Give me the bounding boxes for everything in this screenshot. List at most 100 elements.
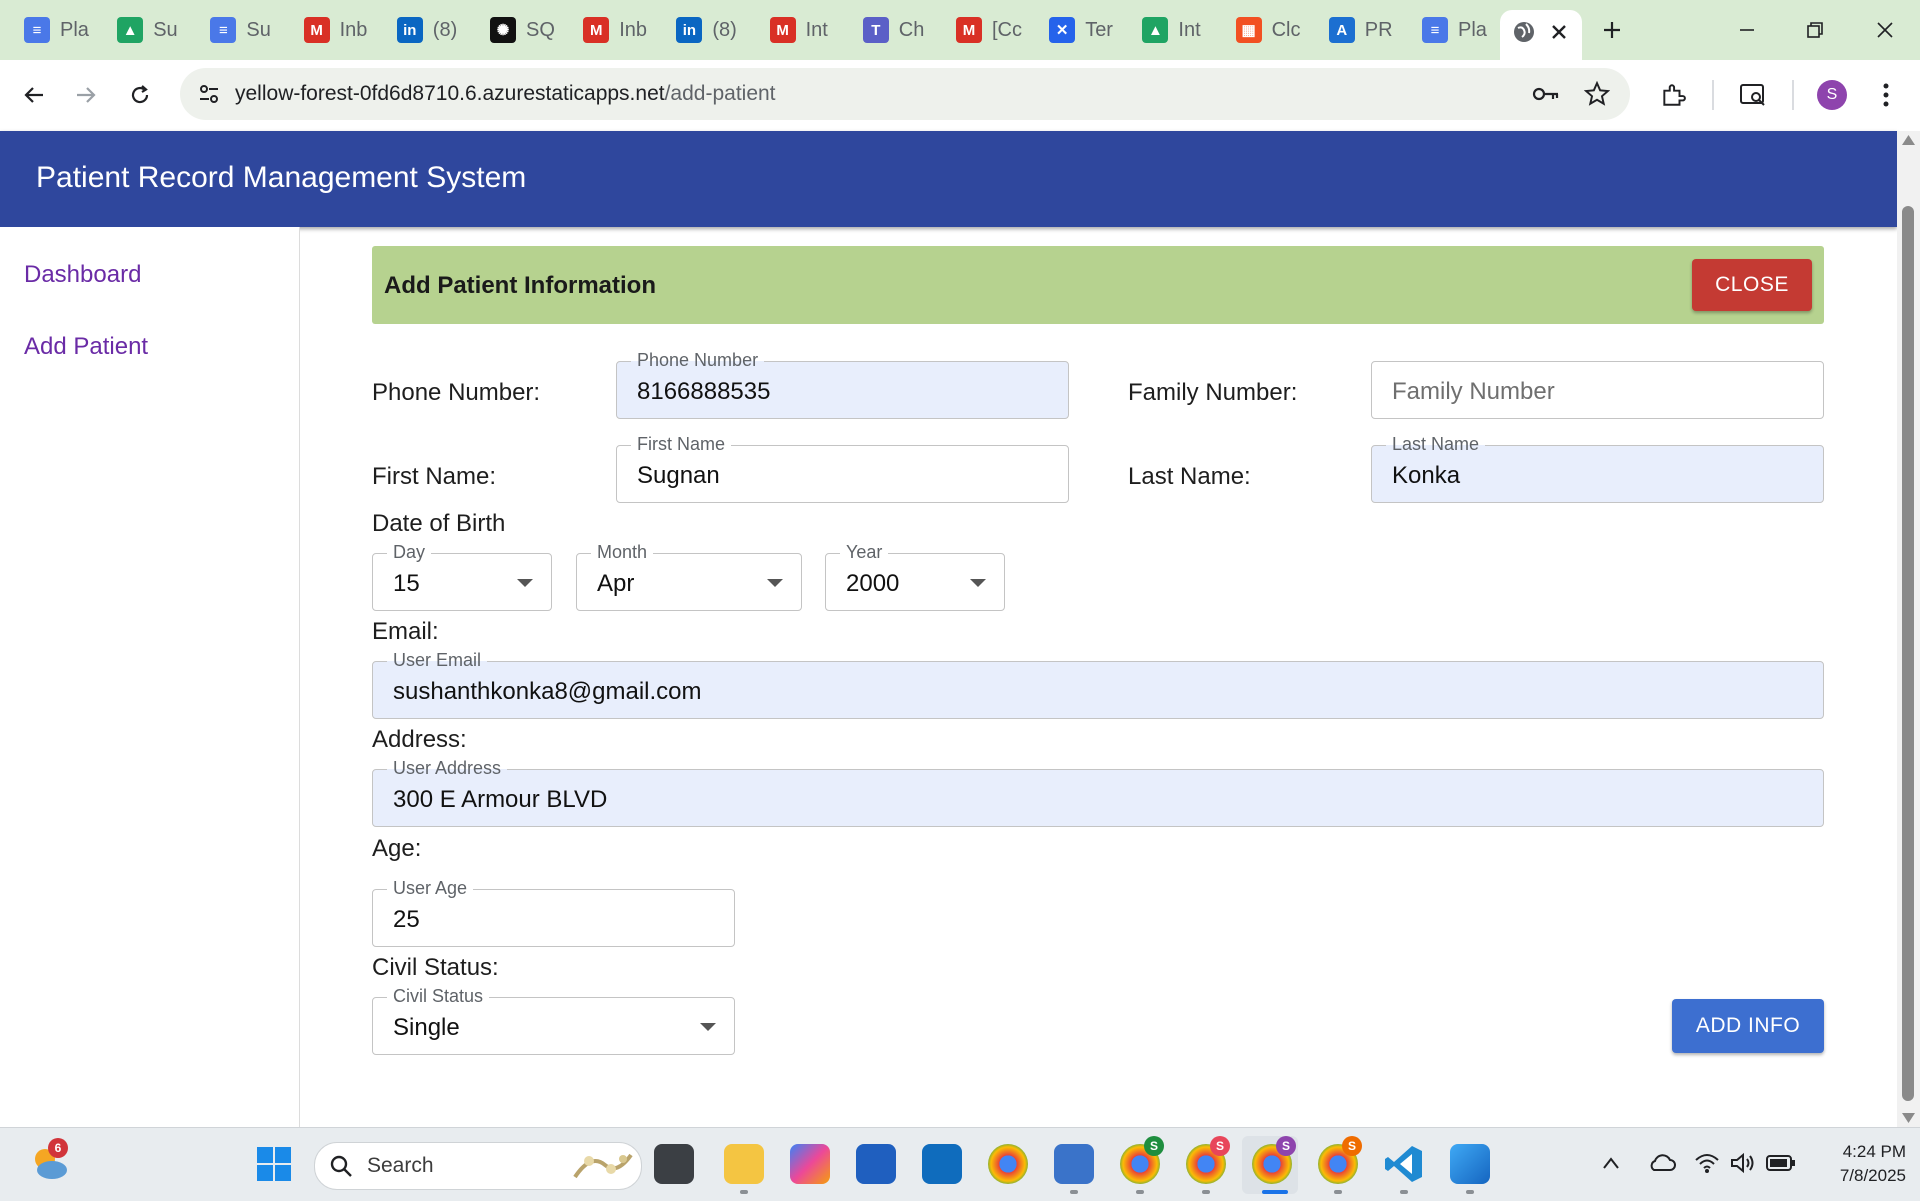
- civil-status-select[interactable]: Civil Status Single: [372, 986, 735, 1055]
- tab-search-button[interactable]: [1733, 75, 1773, 115]
- onedrive-icon[interactable]: [1648, 1152, 1676, 1174]
- running-indicator: [1334, 1190, 1342, 1194]
- clock-date: 7/8/2025: [1839, 1166, 1906, 1185]
- scroll-down-arrow-icon[interactable]: [1902, 1113, 1915, 1123]
- email-field[interactable]: User Email sushanthkonka8@gmail.com: [372, 650, 1824, 719]
- battery-icon[interactable]: [1766, 1154, 1796, 1172]
- clock[interactable]: 4:24 PM 7/8/2025: [1816, 1142, 1906, 1186]
- family-number-field[interactable]: Family Number: [1371, 361, 1824, 419]
- microsoft-store-icon[interactable]: [856, 1144, 896, 1184]
- search-icon: [330, 1155, 352, 1177]
- close-button[interactable]: CLOSE: [1692, 259, 1812, 311]
- active-indicator: [1262, 1190, 1288, 1194]
- notepad-icon[interactable]: [1054, 1144, 1094, 1184]
- address-field[interactable]: User Address 300 E Armour BLVD: [372, 758, 1824, 827]
- site-settings-icon[interactable]: [198, 83, 220, 105]
- address-bar[interactable]: yellow-forest-0fd6d8710.6.azurestaticapp…: [180, 68, 1630, 120]
- outlook-icon[interactable]: [922, 1144, 962, 1184]
- minimize-button[interactable]: [1727, 12, 1767, 48]
- first-name-field[interactable]: First Name Sugnan: [616, 434, 1069, 503]
- microsoft-icon: ▦: [1235, 17, 1262, 43]
- close-tab-icon[interactable]: [1550, 23, 1568, 41]
- file-explorer-icon[interactable]: [724, 1144, 764, 1184]
- family-number-label: Family Number:: [1128, 379, 1298, 406]
- taskbar-search[interactable]: Search: [314, 1142, 642, 1190]
- reload-button[interactable]: [120, 75, 160, 115]
- browser-tab[interactable]: M Int: [769, 10, 850, 50]
- age-field[interactable]: User Age 25: [372, 878, 735, 947]
- browser-tab[interactable]: A PR: [1328, 10, 1409, 50]
- browser-tab[interactable]: ▲ Su: [117, 10, 197, 50]
- browser-tab[interactable]: ✺ SQ: [490, 10, 570, 50]
- windows-start-icon[interactable]: [256, 1146, 292, 1182]
- running-indicator: [1466, 1190, 1474, 1194]
- profile-badge: S: [1276, 1136, 1296, 1156]
- browser-tab-label: Pla: [1458, 18, 1487, 41]
- active-tab[interactable]: [1500, 10, 1582, 60]
- close-icon: [1877, 22, 1893, 38]
- profile-badge: S: [1342, 1136, 1362, 1156]
- browser-tab-label: Clc: [1271, 18, 1301, 41]
- new-tab-button[interactable]: [1592, 12, 1632, 48]
- taskbar-search-placeholder: Search: [367, 1154, 434, 1177]
- browser-tab[interactable]: in (8): [676, 10, 756, 50]
- restore-button[interactable]: [1795, 12, 1835, 48]
- browser-menu-button[interactable]: [1866, 75, 1906, 115]
- wifi-icon[interactable]: [1694, 1152, 1720, 1174]
- last-name-value: Konka: [1392, 462, 1461, 489]
- browser-tab[interactable]: ▦ Clc: [1235, 10, 1316, 50]
- running-indicator: [1202, 1190, 1210, 1194]
- extensions-button[interactable]: [1653, 75, 1693, 115]
- vscode-icon[interactable]: [1384, 1144, 1424, 1184]
- running-indicator: [1136, 1190, 1144, 1194]
- browser-tab[interactable]: T Ch: [862, 10, 943, 50]
- phone-number-field[interactable]: Phone Number 8166888535: [616, 350, 1069, 419]
- google-drive-icon: ▲: [1142, 17, 1169, 43]
- photos-icon[interactable]: [1450, 1144, 1490, 1184]
- page-scrollbar[interactable]: [1897, 131, 1920, 1127]
- browser-tab[interactable]: ✕ Ter: [1049, 10, 1129, 50]
- phone-number-field-label: Phone Number: [631, 350, 765, 370]
- browser-tab[interactable]: ▲ Int: [1142, 10, 1222, 50]
- google-docs-icon: ≡: [210, 17, 237, 43]
- browser-tab[interactable]: M Inb: [303, 10, 384, 50]
- chevron-up-icon[interactable]: [1602, 1156, 1620, 1170]
- password-key-icon[interactable]: [1532, 83, 1560, 105]
- reload-icon: [131, 85, 149, 104]
- first-name-value: Sugnan: [637, 462, 720, 489]
- sidebar-item-dashboard[interactable]: Dashboard: [24, 261, 141, 289]
- dob-month-select[interactable]: Month Apr: [576, 542, 802, 611]
- url-text: yellow-forest-0fd6d8710.6.azurestaticapp…: [235, 82, 776, 106]
- google-docs-icon: ≡: [1422, 17, 1448, 43]
- browser-tab[interactable]: ≡ Pla: [24, 10, 104, 50]
- puzzle-icon: [1663, 84, 1686, 106]
- dob-day-select[interactable]: Day 15: [372, 542, 552, 611]
- scrollbar-thumb[interactable]: [1902, 206, 1914, 1101]
- browser-tab[interactable]: ≡ Pla: [1422, 10, 1502, 50]
- weather-widget[interactable]: 6: [28, 1138, 72, 1186]
- toolbar-divider: [1792, 80, 1794, 110]
- plus-icon: [1604, 22, 1620, 38]
- browser-tab[interactable]: M [Cc: [956, 10, 1036, 50]
- browser-tab-label: Ch: [898, 18, 925, 41]
- browser-tab[interactable]: in (8): [396, 10, 477, 50]
- copilot-icon[interactable]: [790, 1144, 830, 1184]
- volume-icon[interactable]: [1730, 1152, 1756, 1174]
- browser-tab[interactable]: ≡ Su: [210, 10, 290, 50]
- browser-tab-label: PR: [1364, 18, 1393, 41]
- last-name-field[interactable]: Last Name Konka: [1371, 434, 1824, 503]
- browser-tab[interactable]: M Inb: [583, 10, 663, 50]
- dob-year-select[interactable]: Year 2000: [825, 542, 1005, 611]
- forward-button[interactable]: [66, 75, 106, 115]
- scroll-up-arrow-icon[interactable]: [1902, 135, 1915, 145]
- chrome-icon[interactable]: [988, 1144, 1028, 1184]
- bookmark-star-icon[interactable]: [1584, 81, 1610, 107]
- profile-button[interactable]: S: [1812, 75, 1852, 115]
- close-window-button[interactable]: [1865, 12, 1905, 48]
- family-number-placeholder: Family Number: [1392, 378, 1555, 405]
- add-info-button[interactable]: ADD INFO: [1672, 999, 1824, 1053]
- back-button[interactable]: [14, 75, 54, 115]
- dob-month-field-label: Month: [591, 542, 654, 562]
- sidebar-item-add-patient[interactable]: Add Patient: [24, 333, 148, 361]
- task-view-icon[interactable]: [654, 1144, 694, 1184]
